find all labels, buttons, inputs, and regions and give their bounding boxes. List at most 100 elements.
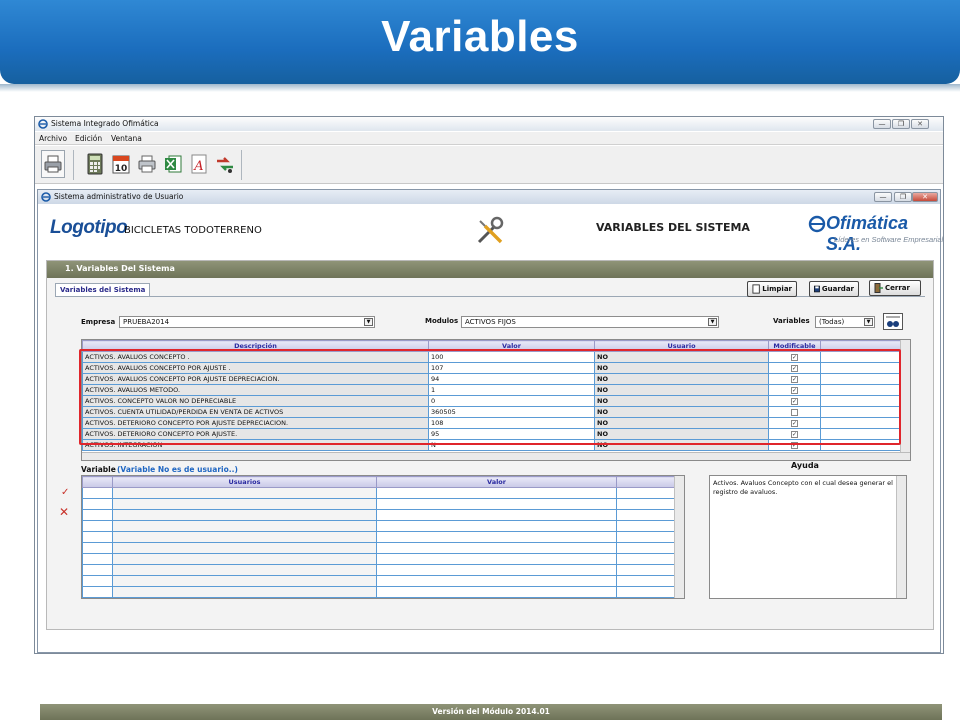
column-header-blank <box>616 476 675 488</box>
cell-usuario-name[interactable] <box>112 564 377 576</box>
cell-usuario-valor[interactable] <box>376 586 617 598</box>
module-title: VARIABLES DEL SISTEMA <box>596 221 750 234</box>
clear-button-label: Limpiar <box>762 285 792 293</box>
cell-selector[interactable] <box>82 531 113 543</box>
inner-restore-button[interactable]: ❐ <box>894 192 912 202</box>
toolbar-calculator-button[interactable] <box>83 150 107 178</box>
cell-selector[interactable] <box>82 498 113 510</box>
cell-usuario-name[interactable] <box>112 586 377 598</box>
menu-archivo[interactable]: Archivo <box>39 134 67 143</box>
slide-header-shadow <box>0 84 960 92</box>
lower-grid-scrollbar[interactable] <box>674 476 684 598</box>
toolbar-print-button[interactable] <box>135 150 159 178</box>
close-form-button[interactable]: Cerrar <box>869 280 921 296</box>
modulos-value: ACTIVOS FIJOS <box>465 318 516 326</box>
chevron-down-icon[interactable]: ▼ <box>364 318 373 326</box>
cell-usuario-valor[interactable] <box>376 531 617 543</box>
cell-selector[interactable] <box>82 553 113 565</box>
cell-usuario-valor[interactable] <box>376 498 617 510</box>
toolbar-printer-button[interactable] <box>41 150 65 178</box>
variable-note: (Variable No es de usuario..) <box>117 465 238 474</box>
close-form-button-label: Cerrar <box>885 284 910 292</box>
edit-mark-icon[interactable]: ✓ <box>61 487 69 498</box>
cell-usuario-name[interactable] <box>112 531 377 543</box>
grid-horizontal-scrollbar[interactable] <box>82 452 910 460</box>
toolbar-excel-button[interactable] <box>161 150 185 178</box>
cell-usuario-valor[interactable] <box>376 487 617 499</box>
toolbar: 10 A <box>35 146 943 184</box>
cell-selector[interactable] <box>82 542 113 554</box>
filter-search-button[interactable] <box>883 313 903 330</box>
table-row[interactable] <box>82 542 675 554</box>
save-button[interactable]: Guardar <box>809 281 859 297</box>
cell-blank <box>616 520 675 532</box>
inner-close-button[interactable]: ✕ <box>912 192 938 202</box>
chevron-down-icon[interactable]: ▼ <box>864 318 873 326</box>
save-button-label: Guardar <box>821 285 854 293</box>
minimize-button[interactable]: — <box>873 119 891 129</box>
floppy-icon <box>814 285 820 293</box>
table-row[interactable] <box>82 487 675 499</box>
cell-selector[interactable] <box>82 586 113 598</box>
grid-vertical-scrollbar[interactable] <box>900 340 910 452</box>
empresa-select[interactable]: PRUEBA2014 ▼ <box>119 316 375 328</box>
column-header-usuarios[interactable]: Usuarios <box>112 476 377 488</box>
tab-variables-sistema[interactable]: Variables del Sistema <box>55 283 151 297</box>
cell-usuario-valor[interactable] <box>376 575 617 587</box>
highlight-frame <box>79 349 901 445</box>
panel-header: 1. Variables Del Sistema <box>47 261 933 278</box>
variables-panel: 1. Variables Del Sistema Variables del S… <box>46 260 934 630</box>
cell-selector[interactable] <box>82 564 113 576</box>
cell-usuario-valor[interactable] <box>376 553 617 565</box>
help-scrollbar[interactable] <box>896 476 906 598</box>
cell-selector[interactable] <box>82 509 113 521</box>
table-row[interactable] <box>82 564 675 576</box>
cell-usuario-name[interactable] <box>112 487 377 499</box>
clear-button[interactable]: Limpiar <box>747 281 797 297</box>
inner-minimize-button[interactable]: — <box>874 192 892 202</box>
banner: Logotipo BICICLETAS TODOTERRENO VARIABLE… <box>40 207 943 254</box>
restore-button[interactable]: ❐ <box>892 119 910 129</box>
inner-titlebar: Sistema administrativo de Usuario — ❐ ✕ <box>38 190 940 204</box>
cell-usuario-name[interactable] <box>112 509 377 521</box>
table-row[interactable] <box>82 553 675 565</box>
cell-usuario-valor[interactable] <box>376 509 617 521</box>
cell-usuario-valor[interactable] <box>376 520 617 532</box>
table-row[interactable] <box>82 520 675 532</box>
toolbar-exit-button[interactable] <box>213 150 237 178</box>
door-exit-icon <box>874 283 883 293</box>
chevron-down-icon[interactable]: ▼ <box>708 318 717 326</box>
variables-select[interactable]: (Todas) ▼ <box>815 316 875 328</box>
help-textbox[interactable]: Activos. Avaluos Concepto con el cual de… <box>709 475 907 599</box>
menu-edicion[interactable]: Edición <box>75 134 102 143</box>
table-row[interactable] <box>82 498 675 510</box>
close-button[interactable]: ✕ <box>911 119 929 129</box>
cell-usuario-name[interactable] <box>112 542 377 554</box>
cell-selector[interactable] <box>82 487 113 499</box>
cell-selector[interactable] <box>82 520 113 532</box>
excel-icon <box>165 155 182 173</box>
toolbar-pdf-button[interactable]: A <box>187 150 211 178</box>
menu-ventana[interactable]: Ventana <box>111 134 142 143</box>
cell-usuario-valor[interactable] <box>376 564 617 576</box>
brand-name: Ofimática S.A. <box>826 213 909 254</box>
modulos-select[interactable]: ACTIVOS FIJOS ▼ <box>461 316 719 328</box>
company-name: BICICLETAS TODOTERRENO <box>124 225 262 236</box>
delete-mark-icon[interactable]: ✕ <box>59 505 69 519</box>
cell-usuario-valor[interactable] <box>376 542 617 554</box>
app-title: Sistema Integrado Ofimática <box>51 119 159 128</box>
cell-usuario-name[interactable] <box>112 575 377 587</box>
cell-usuario-name[interactable] <box>112 553 377 565</box>
variables-label: Variables <box>773 317 810 325</box>
inner-window-logo-icon <box>41 192 51 202</box>
column-header-valor-usuario[interactable]: Valor <box>376 476 617 488</box>
table-row[interactable] <box>82 509 675 521</box>
calendar-icon: 10 <box>112 155 130 174</box>
cell-selector[interactable] <box>82 575 113 587</box>
toolbar-calendar-button[interactable]: 10 <box>109 150 133 178</box>
table-row[interactable] <box>82 586 675 598</box>
cell-usuario-name[interactable] <box>112 498 377 510</box>
cell-usuario-name[interactable] <box>112 520 377 532</box>
table-row[interactable] <box>82 575 675 587</box>
table-row[interactable] <box>82 531 675 543</box>
